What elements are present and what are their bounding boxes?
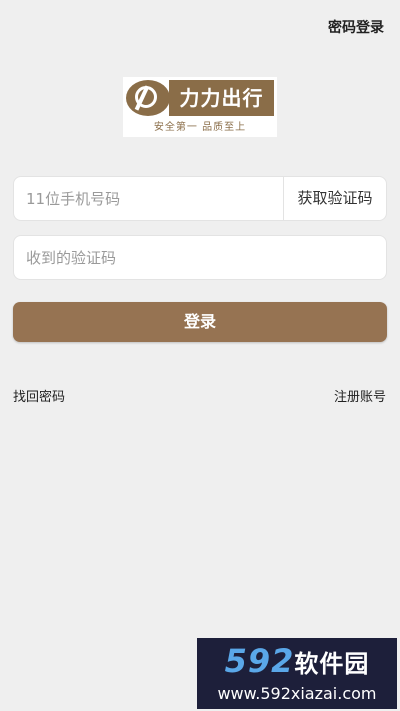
phone-field: 获取验证码 [13,176,387,221]
logo-mark-icon [126,80,170,116]
watermark-logo: 592软件园 [197,642,397,680]
password-login-link[interactable]: 密码登录 [328,17,384,37]
code-field [13,235,387,280]
logo-brand-text: 力力出行 [169,80,274,116]
watermark-banner: 592软件园 www.592xiazai.com [197,638,397,709]
login-button[interactable]: 登录 [13,302,387,342]
register-link[interactable]: 注册账号 [334,386,386,405]
app-logo: 力力出行 安全第一 品质至上 [123,77,277,137]
phone-input[interactable] [14,177,284,220]
watermark-numbers: 592 [224,642,295,680]
forgot-password-link[interactable]: 找回密码 [13,386,65,405]
watermark-brand: 软件园 [294,650,370,678]
get-code-button[interactable]: 获取验证码 [283,177,386,220]
logo-slogan: 安全第一 品质至上 [153,122,247,133]
code-input[interactable] [14,236,386,279]
watermark-url: www.592xiazai.com [217,684,377,703]
